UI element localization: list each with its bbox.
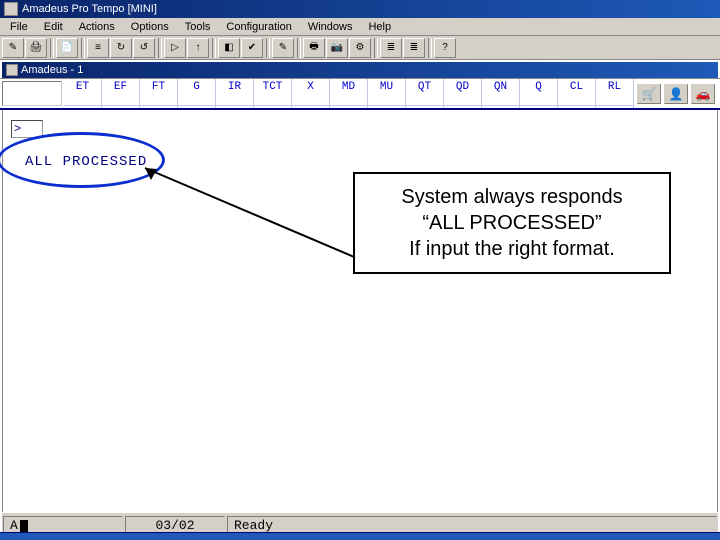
toolbar-btn-11[interactable]: 🖶 bbox=[303, 38, 325, 58]
menu-bar: File Edit Actions Options Tools Configur… bbox=[0, 18, 720, 36]
annotation-arrow bbox=[133, 160, 383, 270]
title-text: Amadeus Pro Tempo [MINI] bbox=[22, 0, 157, 18]
rows2-icon: ≣ bbox=[410, 42, 418, 53]
toolbar-btn-3[interactable]: ≡ bbox=[87, 38, 109, 58]
tab-qt[interactable]: QT bbox=[406, 79, 444, 108]
refresh-icon: ↻ bbox=[117, 42, 125, 53]
toolbar-btn-4[interactable]: ↻ bbox=[110, 38, 132, 58]
child-window-icon bbox=[6, 64, 18, 76]
toolbar-sep bbox=[266, 38, 270, 58]
toolbar-btn-14[interactable]: ≣ bbox=[380, 38, 402, 58]
gear-icon: ⚙ bbox=[356, 42, 365, 53]
tab-g[interactable]: G bbox=[178, 79, 216, 108]
callout-line2: “ALL PROCESSED” bbox=[369, 210, 655, 236]
toolbar-btn-0[interactable]: ✎ bbox=[2, 38, 24, 58]
tab-et[interactable]: ET bbox=[64, 79, 102, 108]
toolbar-btn-13[interactable]: ⚙ bbox=[349, 38, 371, 58]
tab-rl[interactable]: RL bbox=[596, 79, 634, 108]
child-window-title: Amadeus - 1 bbox=[21, 62, 83, 78]
app-icon bbox=[4, 2, 18, 16]
menu-options[interactable]: Options bbox=[123, 19, 177, 35]
menu-help[interactable]: Help bbox=[360, 19, 399, 35]
callout-line1: System always responds bbox=[369, 184, 655, 210]
toolbar-sep bbox=[81, 38, 85, 58]
toolbar-sep bbox=[212, 38, 216, 58]
callout-line3: If input the right format. bbox=[369, 236, 655, 262]
menu-actions[interactable]: Actions bbox=[71, 19, 123, 35]
right-icon-1[interactable]: 👤 bbox=[664, 84, 688, 104]
play-icon: ▷ bbox=[171, 42, 179, 53]
menu-file[interactable]: File bbox=[2, 19, 36, 35]
edit-icon: ✎ bbox=[9, 42, 17, 53]
right-icon-2[interactable]: 🚗 bbox=[691, 84, 715, 104]
toolbar: ✎ 🖨 📄 ≡ ↻ ↺ ▷ ↑ ◧ ✔ ✎ 🖶 📷 ⚙ ≣ ≣ ? bbox=[0, 36, 720, 60]
pen-icon: ✎ bbox=[279, 42, 287, 53]
print-icon: 🖨 bbox=[30, 42, 43, 53]
toolbar-btn-7[interactable]: ↑ bbox=[187, 38, 209, 58]
toolbar-btn-help[interactable]: ? bbox=[434, 38, 456, 58]
tab-qn[interactable]: QN bbox=[482, 79, 520, 108]
toolbar-btn-2[interactable]: 📄 bbox=[56, 38, 78, 58]
tab-ir[interactable]: IR bbox=[216, 79, 254, 108]
toolbar-btn-9[interactable]: ✔ bbox=[241, 38, 263, 58]
toolbar-sep bbox=[428, 38, 432, 58]
panel-icon: ◧ bbox=[224, 42, 233, 53]
annotation-callout: System always responds “ALL PROCESSED” I… bbox=[353, 172, 671, 274]
toolbar-btn-15[interactable]: ≣ bbox=[403, 38, 425, 58]
menu-edit[interactable]: Edit bbox=[36, 19, 71, 35]
rows-icon: ≣ bbox=[387, 42, 395, 53]
toolbar-btn-5[interactable]: ↺ bbox=[133, 38, 155, 58]
toolbar-btn-10[interactable]: ✎ bbox=[272, 38, 294, 58]
terminal-input[interactable] bbox=[11, 120, 43, 138]
check-icon: ✔ bbox=[248, 42, 256, 53]
tab-leading-box[interactable] bbox=[2, 81, 62, 106]
toolbar-sep bbox=[297, 38, 301, 58]
tab-q[interactable]: Q bbox=[520, 79, 558, 108]
toolbar-sep bbox=[158, 38, 162, 58]
list-icon: ≡ bbox=[95, 42, 101, 53]
menu-windows[interactable]: Windows bbox=[300, 19, 361, 35]
cursor-icon bbox=[20, 520, 28, 532]
tab-qd[interactable]: QD bbox=[444, 79, 482, 108]
tab-cl[interactable]: CL bbox=[558, 79, 596, 108]
tab-ef[interactable]: EF bbox=[102, 79, 140, 108]
menu-configuration[interactable]: Configuration bbox=[218, 19, 299, 35]
toolbar-btn-1[interactable]: 🖨 bbox=[25, 38, 47, 58]
right-icon-0[interactable]: 🛒 bbox=[637, 84, 661, 104]
up-icon: ↑ bbox=[196, 42, 201, 53]
tab-ft[interactable]: FT bbox=[140, 79, 178, 108]
doc-icon: 📄 bbox=[61, 42, 73, 53]
menu-tools[interactable]: Tools bbox=[177, 19, 219, 35]
window-bottom-frame bbox=[0, 532, 720, 540]
toolbar-sep bbox=[374, 38, 378, 58]
toolbar-btn-12[interactable]: 📷 bbox=[326, 38, 348, 58]
help-icon: ? bbox=[442, 42, 448, 53]
camera-icon: 📷 bbox=[331, 42, 343, 53]
tab-md[interactable]: MD bbox=[330, 79, 368, 108]
printer-icon: 🖶 bbox=[309, 39, 318, 56]
tab-mu[interactable]: MU bbox=[368, 79, 406, 108]
child-window-titlebar: Amadeus - 1 bbox=[2, 62, 718, 78]
toolbar-btn-6[interactable]: ▷ bbox=[164, 38, 186, 58]
toolbar-btn-8[interactable]: ◧ bbox=[218, 38, 240, 58]
main-window-titlebar: Amadeus Pro Tempo [MINI] bbox=[0, 0, 720, 18]
command-tab-strip: ET EF FT G IR TCT X MD MU QT QD QN Q CL … bbox=[0, 78, 720, 110]
terminal-response: ALL PROCESSED bbox=[25, 154, 147, 170]
tab-tct[interactable]: TCT bbox=[254, 79, 292, 108]
tab-x[interactable]: X bbox=[292, 79, 330, 108]
undo-icon: ↺ bbox=[140, 42, 148, 53]
toolbar-sep bbox=[50, 38, 54, 58]
terminal-area[interactable]: ALL PROCESSED System always responds “AL… bbox=[2, 110, 718, 530]
